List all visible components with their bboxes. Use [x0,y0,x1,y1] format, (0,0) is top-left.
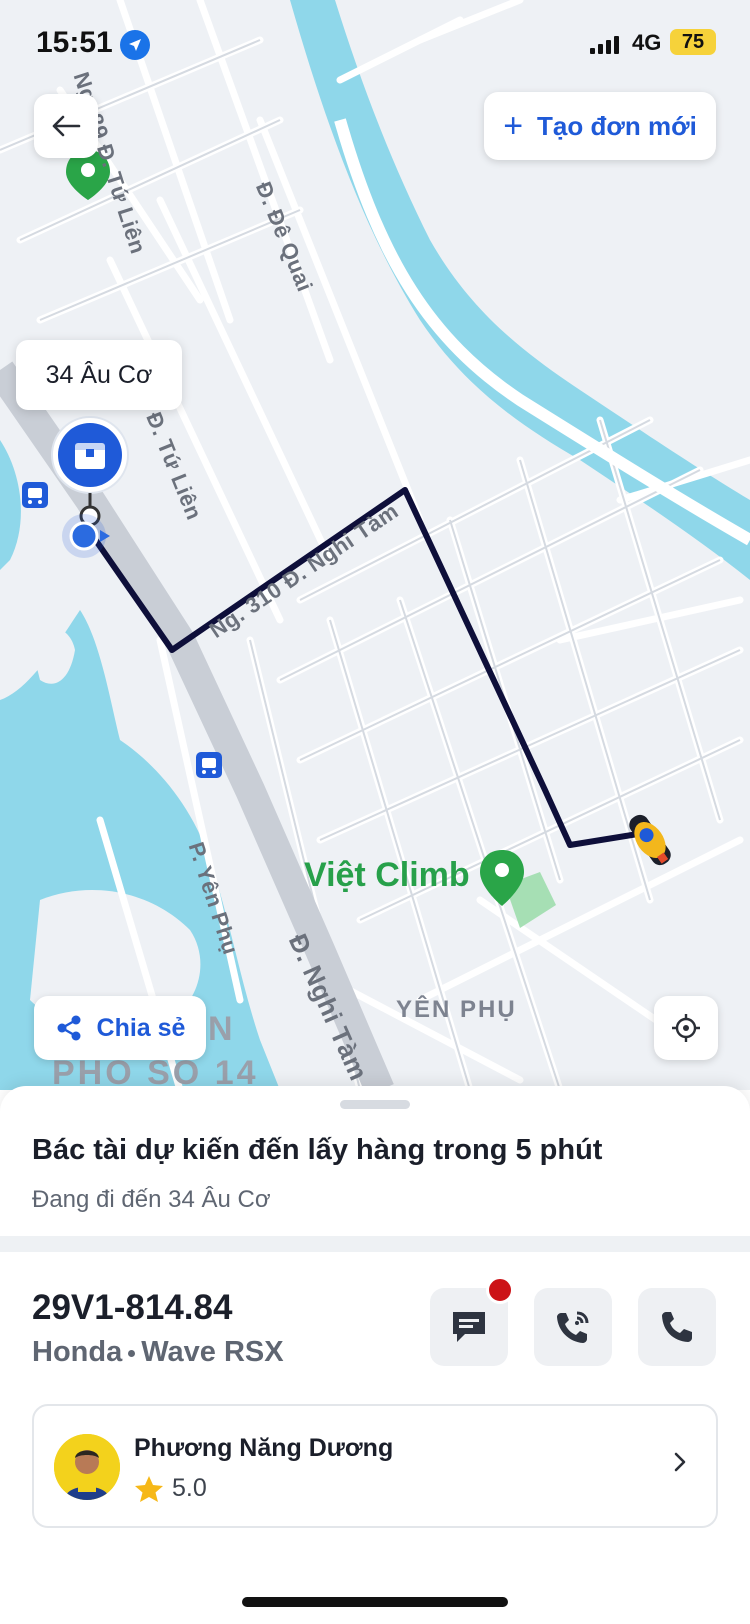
pickup-tooltip[interactable]: 34 Âu Cơ [16,340,182,410]
share-button[interactable]: Chia sẻ [34,996,206,1060]
map-view[interactable]: Ng. 89 Đ. Tứ Liên Đ. Đê Quai Ng. Đ. Tứ L… [0,0,750,1090]
signal-icon [590,36,619,54]
driver-avatar [54,1434,120,1500]
area-label-n: N [208,1010,236,1048]
driver-name: Phương Năng Dương [134,1434,394,1462]
new-order-label: Tạo đơn mới [537,110,697,141]
home-indicator[interactable] [242,1597,508,1607]
recenter-button[interactable] [654,996,718,1060]
network-label: 4G [632,30,662,55]
driver-rating: 5.0 [134,1474,207,1503]
crosshair-icon [672,1014,700,1042]
phone-icon [662,1312,692,1342]
unread-badge [486,1276,514,1304]
location-arrow-icon [120,30,150,60]
section-divider [0,1236,750,1252]
vehicle-info: Honda Wave RSX [32,1336,284,1369]
chevron-right-icon [674,1452,686,1472]
vehicle-make: Honda [32,1336,123,1368]
chat-button[interactable] [430,1276,514,1366]
vehicle-model: Wave RSX [141,1336,284,1368]
share-label: Chia sẻ [96,1013,186,1042]
new-order-button[interactable]: + Tạo đơn mới [484,92,716,160]
phone-call-button[interactable] [638,1288,716,1366]
bus-stop-icon [22,482,48,508]
battery-indicator: 75 [670,29,716,55]
plus-icon: + [503,107,524,145]
eta-subtitle: Đang đi đến 34 Âu Cơ [32,1186,271,1213]
license-plate: 29V1-814.84 [32,1288,233,1327]
share-icon [57,1015,81,1041]
back-button[interactable] [34,94,98,158]
driver-card[interactable]: Phương Năng Dương 5.0 [32,1404,718,1528]
package-icon [51,416,129,527]
status-bar: 15:51 4G 75 [0,0,750,90]
wifi-call-icon [557,1311,589,1343]
poi-label-viet-climb[interactable]: Việt Climb [304,856,470,895]
internet-call-button[interactable] [534,1288,612,1366]
rating-value: 5.0 [172,1474,207,1502]
area-label-yen-phu: YÊN PHỤ [396,996,517,1023]
eta-title: Bác tài dự kiến đến lấy hàng trong 5 phú… [32,1134,603,1166]
sheet-grabber[interactable] [340,1100,410,1109]
back-arrow-icon [52,115,81,137]
star-icon [135,1475,163,1502]
trip-bottom-sheet[interactable]: Bác tài dự kiến đến lấy hàng trong 5 phú… [0,1086,750,1624]
chat-icon [453,1312,485,1342]
separator-dot [128,1349,136,1357]
status-time: 15:51 [36,26,113,59]
